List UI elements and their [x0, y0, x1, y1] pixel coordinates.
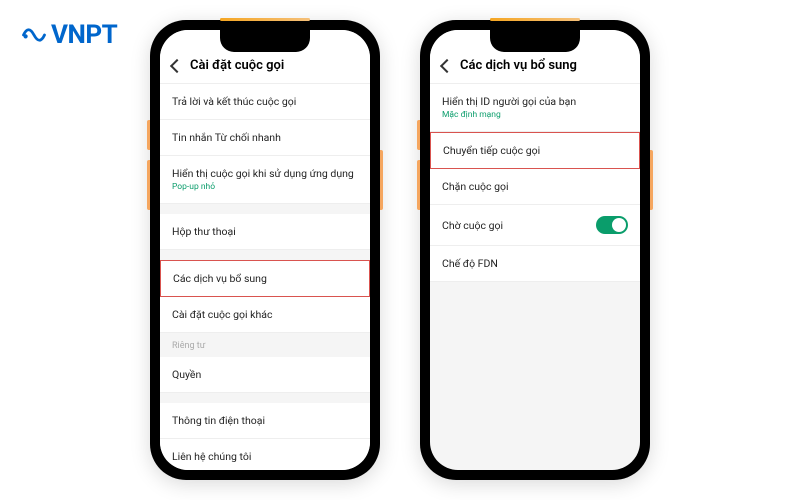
- list-item[interactable]: Chế độ FDN: [430, 246, 640, 282]
- item-label: Hộp thư thoại: [172, 225, 236, 238]
- list-item[interactable]: Liên hệ chúng tôi: [160, 439, 370, 470]
- list-item[interactable]: Tin nhắn Từ chối nhanh: [160, 120, 370, 156]
- item-label: Thông tin điện thoại: [172, 414, 265, 427]
- item-label: Các dịch vụ bổ sung: [173, 272, 267, 285]
- list-item[interactable]: Hiển thị cuộc gọi khi sử dụng ứng dụng P…: [160, 156, 370, 204]
- back-icon[interactable]: [440, 58, 454, 72]
- item-label: Hiển thị cuộc gọi khi sử dụng ứng dụng: [172, 167, 354, 180]
- list-item[interactable]: Hộp thư thoại: [160, 214, 370, 250]
- section-header: Riêng tư: [160, 333, 370, 357]
- item-label: Liên hệ chúng tôi: [172, 450, 251, 463]
- item-label: Trả lời và kết thúc cuộc gọi: [172, 95, 296, 108]
- phone-notch: [490, 30, 580, 52]
- item-label: Hiển thị ID người gọi của bạn: [442, 95, 576, 108]
- list-item-call-waiting[interactable]: Chờ cuộc gọi: [430, 205, 640, 246]
- phone-notch: [220, 30, 310, 52]
- phone-mockup-2: Các dịch vụ bổ sung Hiển thị ID người gọ…: [420, 20, 650, 480]
- vnpt-swoosh-icon: [20, 21, 48, 49]
- page-title: Các dịch vụ bổ sung: [460, 58, 577, 73]
- item-label: Cài đặt cuộc gọi khác: [172, 308, 272, 321]
- list-item-call-forwarding[interactable]: Chuyển tiếp cuộc gọi: [430, 132, 640, 169]
- logo-text: VNPT: [51, 20, 117, 50]
- list-item[interactable]: Chặn cuộc gọi: [430, 169, 640, 205]
- item-label: Chuyển tiếp cuộc gọi: [443, 144, 540, 157]
- list-item[interactable]: Hiển thị ID người gọi của bạn Mặc định m…: [430, 84, 640, 132]
- item-label: Quyền: [172, 368, 201, 381]
- vnpt-logo: VNPT: [20, 20, 117, 50]
- list-item[interactable]: Cài đặt cuộc gọi khác: [160, 297, 370, 333]
- phone-mockup-1: Cài đặt cuộc gọi Trả lời và kết thúc cuộ…: [150, 20, 380, 480]
- item-label: Tin nhắn Từ chối nhanh: [172, 131, 281, 144]
- list-item[interactable]: Trả lời và kết thúc cuộc gọi: [160, 84, 370, 120]
- item-label: Chế độ FDN: [442, 257, 498, 270]
- back-icon[interactable]: [170, 58, 184, 72]
- toggle-switch[interactable]: [596, 216, 628, 234]
- page-title: Cài đặt cuộc gọi: [190, 58, 284, 73]
- item-sublabel: Pop-up nhỏ: [172, 182, 354, 192]
- list-item[interactable]: Thông tin điện thoại: [160, 403, 370, 439]
- item-label: Chờ cuộc gọi: [442, 219, 503, 232]
- item-label: Chặn cuộc gọi: [442, 180, 509, 193]
- list-item-additional-services[interactable]: Các dịch vụ bổ sung: [160, 260, 370, 297]
- item-sublabel: Mặc định mạng: [442, 110, 576, 120]
- list-item[interactable]: Quyền: [160, 357, 370, 393]
